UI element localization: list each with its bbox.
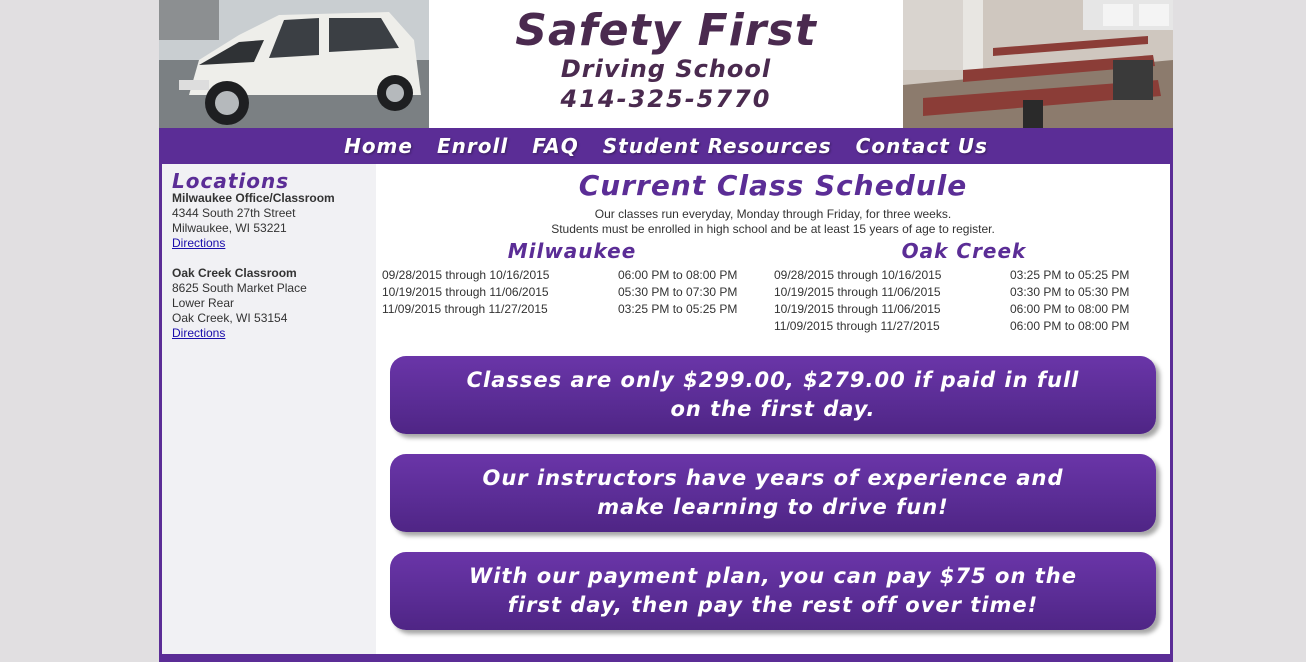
schedule-table: 09/28/2015 through 10/16/2015 06:00 PM to…	[382, 266, 737, 317]
schedule-dates: 10/19/2015 through 11/06/2015	[382, 284, 549, 299]
promo-line: first day, then pay the rest off over ti…	[507, 593, 1039, 617]
classroom-photo	[903, 0, 1173, 128]
schedule-time: 03:25 PM to 05:25 PM	[618, 301, 738, 316]
locations-heading: Locations	[172, 169, 290, 193]
main-nav: Home Enroll FAQ Student Resources Contac…	[159, 128, 1173, 164]
intro-text: Our classes run everyday, Monday through…	[376, 207, 1170, 237]
site-header: Safety First Driving School 414-325-5770	[159, 0, 1173, 128]
intro-line: Our classes run everyday, Monday through…	[594, 207, 952, 221]
promo-line: Our instructors have years of experience…	[482, 466, 1064, 490]
schedule-time: 06:00 PM to 08:00 PM	[1010, 318, 1130, 333]
location-name: Milwaukee Office/Classroom	[172, 191, 335, 205]
schedule-time: 03:25 PM to 05:25 PM	[1010, 267, 1130, 282]
nav-home[interactable]: Home	[344, 134, 413, 158]
schedules: Milwaukee 09/28/2015 through 10/16/2015 0…	[376, 240, 1170, 340]
intro-line: Students must be enrolled in high school…	[551, 222, 995, 236]
schedule-time: 06:00 PM to 08:00 PM	[618, 267, 738, 282]
address-line: 4344 South 27th Street	[172, 206, 296, 220]
table-row: 10/19/2015 through 11/06/2015 06:00 PM to…	[774, 300, 1129, 317]
table-row: 09/28/2015 through 10/16/2015 06:00 PM to…	[382, 266, 737, 283]
location-milwaukee: Milwaukee Office/Classroom 4344 South 27…	[172, 191, 376, 251]
schedule-time: 06:00 PM to 08:00 PM	[1010, 301, 1130, 316]
schedule-city: Oak Creek	[901, 239, 1027, 263]
schedule-dates: 10/19/2015 through 11/06/2015	[774, 301, 941, 316]
nav-enroll[interactable]: Enroll	[437, 134, 508, 158]
address-line: Oak Creek, WI 53154	[172, 311, 288, 325]
logo-title: Safety First	[515, 5, 817, 56]
location-name: Oak Creek Classroom	[172, 266, 297, 280]
promo-line: make learning to drive fun!	[597, 495, 949, 519]
main-content: Current Class Schedule Our classes run e…	[376, 164, 1170, 654]
promo-line: With our payment plan, you can pay $75 o…	[469, 564, 1077, 588]
schedule-dates: 10/19/2015 through 11/06/2015	[774, 284, 941, 299]
directions-link[interactable]: Directions	[172, 236, 225, 250]
schedule-dates: 11/09/2015 through 11/27/2015	[774, 318, 940, 333]
schedule-city: Milwaukee	[507, 239, 637, 263]
site-logo[interactable]: Safety First Driving School 414-325-5770	[429, 0, 903, 128]
driving-school-car-photo	[159, 0, 429, 128]
directions-link[interactable]: Directions	[172, 326, 225, 340]
page-container: Safety First Driving School 414-325-5770	[159, 0, 1173, 662]
schedule-table: 09/28/2015 through 10/16/2015 03:25 PM to…	[774, 266, 1129, 334]
location-oak-creek: Oak Creek Classroom 8625 South Market Pl…	[172, 266, 376, 341]
promo-banner-instructors: Our instructors have years of experience…	[390, 454, 1156, 532]
footer-bar	[159, 654, 1173, 662]
schedule-time: 03:30 PM to 05:30 PM	[1010, 284, 1130, 299]
schedule-oak-creek: Oak Creek 09/28/2015 through 10/16/2015 0…	[774, 240, 1154, 334]
table-row: 10/19/2015 through 11/06/2015 05:30 PM to…	[382, 283, 737, 300]
logo-subtitle: Driving School	[560, 55, 772, 83]
table-row: 11/09/2015 through 11/27/2015 03:25 PM to…	[382, 300, 737, 317]
page-title: Current Class Schedule	[578, 169, 968, 202]
schedule-milwaukee: Milwaukee 09/28/2015 through 10/16/2015 0…	[382, 240, 762, 317]
logo-phone: 414-325-5770	[560, 85, 772, 113]
nav-faq[interactable]: FAQ	[532, 134, 579, 158]
sidebar: Locations Milwaukee Office/Classroom 434…	[162, 164, 376, 654]
promo-banner-pricing: Classes are only $299.00, $279.00 if pai…	[390, 356, 1156, 434]
promo-line: on the first day.	[670, 397, 876, 421]
schedule-dates: 11/09/2015 through 11/27/2015	[382, 301, 548, 316]
address-line: Milwaukee, WI 53221	[172, 221, 287, 235]
nav-contact-us[interactable]: Contact Us	[856, 134, 988, 158]
table-row: 10/19/2015 through 11/06/2015 03:30 PM to…	[774, 283, 1129, 300]
schedule-dates: 09/28/2015 through 10/16/2015	[774, 267, 942, 282]
address-line: 8625 South Market Place	[172, 281, 307, 295]
address-line: Lower Rear	[172, 296, 235, 310]
promo-banner-payment-plan: With our payment plan, you can pay $75 o…	[390, 552, 1156, 630]
nav-student-resources[interactable]: Student Resources	[603, 134, 832, 158]
table-row: 09/28/2015 through 10/16/2015 03:25 PM to…	[774, 266, 1129, 283]
schedule-dates: 09/28/2015 through 10/16/2015	[382, 267, 550, 282]
promo-line: Classes are only $299.00, $279.00 if pai…	[466, 368, 1080, 392]
schedule-time: 05:30 PM to 07:30 PM	[618, 284, 738, 299]
content-frame: Locations Milwaukee Office/Classroom 434…	[162, 164, 1170, 654]
table-row: 11/09/2015 through 11/27/2015 06:00 PM to…	[774, 317, 1129, 334]
